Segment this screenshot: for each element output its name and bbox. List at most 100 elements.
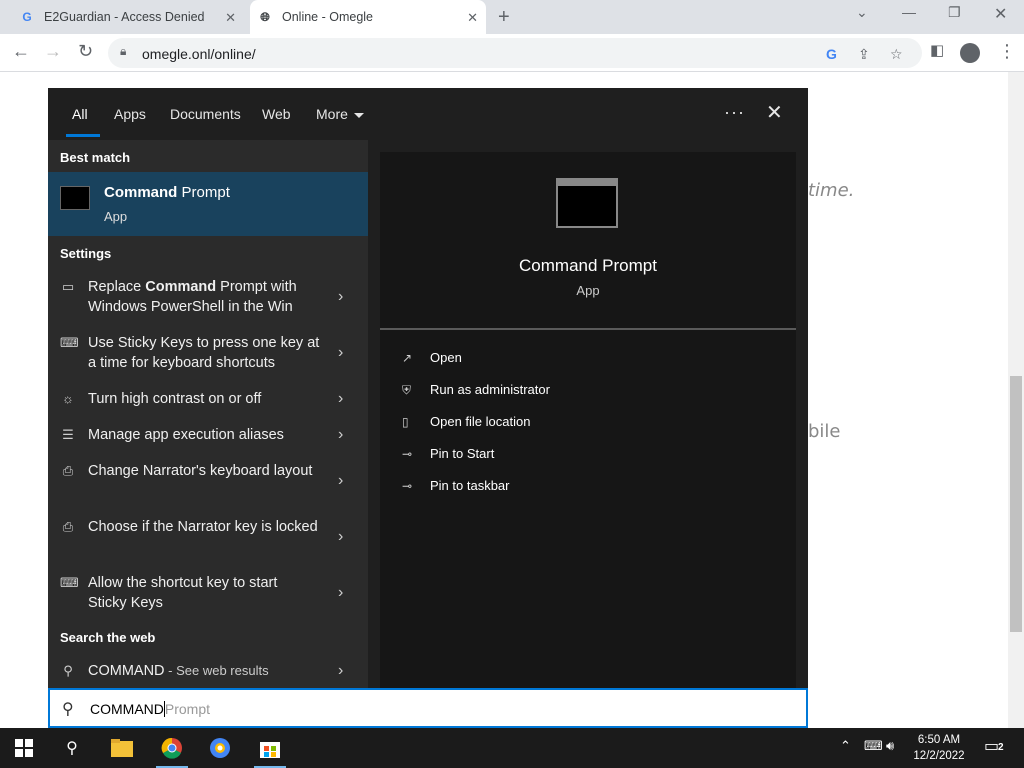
preview-subtitle: App xyxy=(576,283,600,298)
chevron-right-icon[interactable]: › xyxy=(338,471,343,491)
action-label: Open xyxy=(430,350,462,365)
file-explorer-icon[interactable] xyxy=(110,736,134,760)
notification-count-badge: 2 xyxy=(998,742,1004,753)
tab-close-icon[interactable]: ✕ xyxy=(467,10,478,26)
settings-item-narrator-layout[interactable]: ⎙ Change Narrator's keyboard layout › xyxy=(48,461,368,501)
active-filter-indicator xyxy=(66,134,100,137)
action-run-as-admin[interactable]: ⛨ Run as administrator xyxy=(402,382,550,398)
windows-start-icon[interactable] xyxy=(12,736,36,760)
window-close-button[interactable]: ✕ xyxy=(994,4,1007,24)
chevron-right-icon[interactable]: › xyxy=(338,583,343,603)
forward-icon[interactable]: → xyxy=(44,41,62,62)
lock-icon: 🔒︎ xyxy=(120,44,127,58)
chrome-icon[interactable] xyxy=(160,736,184,760)
microsoft-store-icon[interactable] xyxy=(258,736,282,760)
tab-e2guardian[interactable]: G E2Guardian - Access Denied ✕ xyxy=(14,0,244,34)
command-prompt-icon xyxy=(60,186,90,210)
clock-date: 12/2/2022 xyxy=(913,750,965,762)
keyboard-icon: ⌨ xyxy=(60,575,79,590)
settings-item-narrator-key[interactable]: ⎙ Choose if the Narrator key is locked › xyxy=(48,517,368,557)
close-search-icon[interactable]: ✕ xyxy=(766,100,783,125)
more-options-icon[interactable]: ··· xyxy=(724,102,745,123)
search-icon: ⚲ xyxy=(62,701,74,718)
filter-more[interactable]: More xyxy=(316,106,364,122)
taskbar-search-icon[interactable]: ⚲ xyxy=(60,736,84,760)
page-scrollbar-thumb[interactable] xyxy=(1010,376,1022,632)
volume-icon[interactable]: 🔊︎ xyxy=(886,738,894,754)
reload-icon[interactable]: ↻ xyxy=(78,41,93,62)
search-query-text: COMMAND xyxy=(90,701,164,717)
search-input[interactable]: ⚲ COMMANDPrompt xyxy=(48,688,808,728)
search-web-heading: Search the web xyxy=(60,630,156,645)
best-match-title-bold: Command xyxy=(104,184,178,201)
chevron-right-icon[interactable]: › xyxy=(338,343,343,363)
action-open-file-location[interactable]: ▯ Open file location xyxy=(402,414,530,429)
best-match-title-rest: Prompt xyxy=(177,184,230,201)
side-panel-icon[interactable]: ◧ xyxy=(930,41,944,59)
restore-button[interactable]: ❐ xyxy=(948,4,961,21)
tab-omegle[interactable]: 🌐︎ Online - Omegle ✕ xyxy=(250,0,486,34)
back-icon[interactable]: ← xyxy=(12,41,30,62)
google-lens-icon[interactable]: G xyxy=(826,46,837,62)
tab-close-icon[interactable]: ✕ xyxy=(225,10,236,26)
action-pin-to-taskbar[interactable]: ⊸ Pin to taskbar xyxy=(402,478,510,493)
settings-item-label: Turn high contrast on or off xyxy=(88,391,262,407)
chevron-right-icon[interactable]: › xyxy=(338,527,343,547)
tab-title: E2Guardian - Access Denied xyxy=(44,10,205,24)
action-pin-to-start[interactable]: ⊸ Pin to Start xyxy=(402,446,494,461)
narrator-icon: ⎙ xyxy=(62,519,74,534)
filter-more-label: More xyxy=(316,106,348,122)
page-text-fragment: time. xyxy=(808,180,855,201)
minimize-button[interactable]: — xyxy=(902,4,916,20)
filter-web[interactable]: Web xyxy=(262,106,291,122)
page-text-fragment: bile xyxy=(808,421,841,442)
address-bar[interactable]: 🔒︎ omegle.onl/online/ G ⇪ ☆ xyxy=(108,38,922,68)
tab-search-icon[interactable]: ⌄ xyxy=(856,4,868,21)
brave-browser-icon[interactable] xyxy=(208,736,232,760)
action-label: Open file location xyxy=(430,414,531,429)
search-query: COMMANDPrompt xyxy=(90,701,210,717)
profile-avatar-icon[interactable] xyxy=(960,43,980,63)
settings-item-app-aliases[interactable]: ☰ Manage app execution aliases › xyxy=(48,425,368,445)
notification-center-icon[interactable]: ▭ xyxy=(984,736,999,756)
settings-item-sticky-shortcut[interactable]: ⌨ Allow the shortcut key to start Sticky… xyxy=(48,573,368,613)
search-icon: ⚲ xyxy=(63,663,73,678)
settings-item-high-contrast[interactable]: ☼ Turn high contrast on or off › xyxy=(48,389,368,409)
windows-taskbar: ⚲ ⌃ ⌨ 🔊︎ 6:50 AM 12/2/2022 ▭ 2 xyxy=(0,728,1024,768)
chevron-right-icon[interactable]: › xyxy=(338,425,343,445)
settings-item-label: Choose if the Narrator key is locked xyxy=(88,519,318,535)
results-list: Best match Command Prompt App Settings ▭… xyxy=(48,140,368,688)
file-location-icon: ▯ xyxy=(402,415,409,429)
settings-item-label: Allow the shortcut key to start Sticky K… xyxy=(88,575,278,611)
action-label: Pin to taskbar xyxy=(430,478,510,493)
system-clock[interactable]: 6:50 AM 12/2/2022 xyxy=(904,732,974,764)
action-open[interactable]: ↗ Open xyxy=(402,350,462,365)
chevron-right-icon[interactable]: › xyxy=(338,287,343,307)
filter-documents[interactable]: Documents xyxy=(170,106,241,122)
label-bold: Command xyxy=(145,279,217,295)
best-match-command-prompt[interactable]: Command Prompt App xyxy=(48,172,368,236)
settings-item-replace-cmd[interactable]: ▭ Replace Command Prompt with Windows Po… xyxy=(48,277,368,317)
web-result-label: COMMAND - See web results xyxy=(88,661,320,681)
bookmark-star-icon[interactable]: ☆ xyxy=(890,46,903,63)
filter-apps[interactable]: Apps xyxy=(114,106,146,122)
settings-item-sticky-keys[interactable]: ⌨ Use Sticky Keys to press one key at a … xyxy=(48,333,368,373)
filter-all[interactable]: All xyxy=(72,106,88,122)
new-tab-button[interactable]: + xyxy=(498,6,510,29)
label-pre: Replace xyxy=(88,279,146,295)
web-query: COMMAND xyxy=(88,663,165,679)
caret-down-icon xyxy=(353,112,364,118)
preview-title: Command Prompt xyxy=(519,256,657,275)
network-icon[interactable]: ⌨ xyxy=(864,738,883,754)
keyboard-icon: ⌨ xyxy=(60,335,79,350)
menu-kebab-icon[interactable]: ⋮ xyxy=(998,41,1016,62)
narrator-icon: ⎙ xyxy=(62,463,74,478)
search-filter-bar: All Apps Documents Web More ··· ✕ xyxy=(48,88,808,140)
settings-item-label: Replace Command Prompt with Windows Powe… xyxy=(88,277,320,317)
tray-chevron-up-icon[interactable]: ⌃ xyxy=(840,738,851,754)
preview-pane: Command Prompt App ↗ Open ⛨ Run as adminis… xyxy=(380,152,796,688)
chevron-right-icon[interactable]: › xyxy=(338,389,343,409)
web-search-result[interactable]: ⚲ COMMAND - See web results › xyxy=(48,661,368,681)
chevron-right-icon[interactable]: › xyxy=(338,661,343,681)
share-icon[interactable]: ⇪ xyxy=(858,46,870,63)
